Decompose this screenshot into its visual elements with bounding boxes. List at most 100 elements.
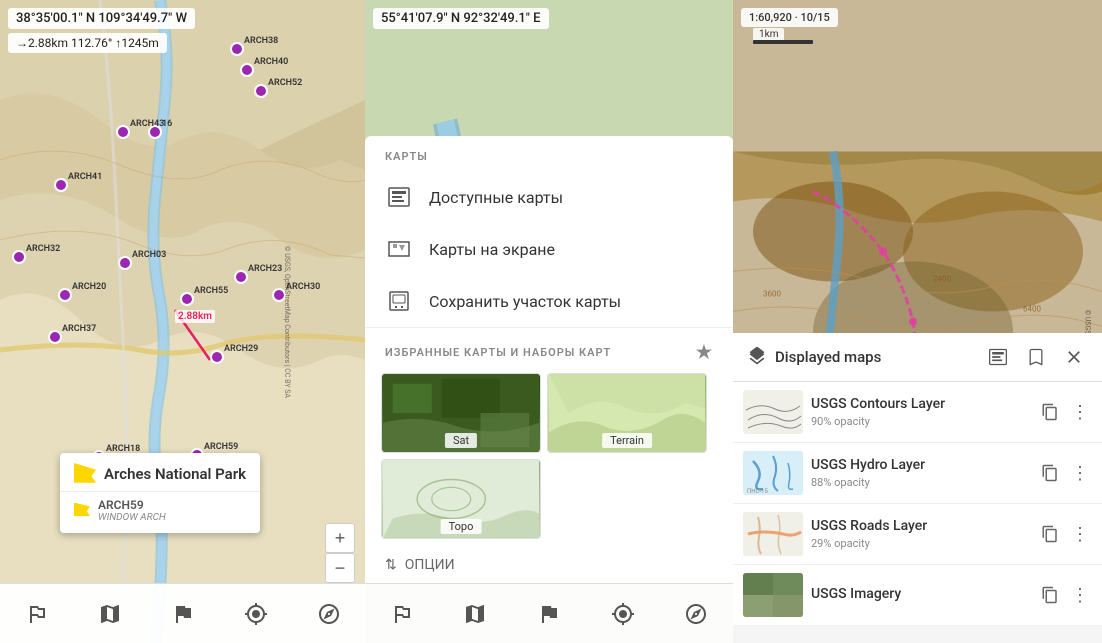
- layer-name-roads: USGS Roads Layer: [811, 518, 1030, 534]
- map-marker-arch23[interactable]: [234, 270, 248, 284]
- layer-more-hydro[interactable]: ⋮: [1068, 461, 1092, 485]
- layer-thumb-imagery: [743, 573, 803, 617]
- layer-copy-imagery[interactable]: [1038, 583, 1062, 607]
- compass-icon-1: [317, 602, 341, 626]
- mountain-tool-2[interactable]: [384, 596, 420, 632]
- flag-tool-2[interactable]: [531, 596, 567, 632]
- layer-copy-hydro[interactable]: [1038, 461, 1062, 485]
- distance-value: 2.88km: [178, 311, 212, 322]
- mountain-icon-1: [25, 602, 49, 626]
- map-marker-arch37[interactable]: [48, 330, 62, 344]
- target-tool-2[interactable]: [605, 596, 641, 632]
- map-marker-arch20[interactable]: [58, 288, 72, 302]
- map-marker-arch29[interactable]: [210, 350, 224, 364]
- map-thumbnails-grid: Sat Terrain: [365, 373, 733, 549]
- map-marker-arch41[interactable]: [54, 178, 68, 192]
- compass-tool-2[interactable]: [678, 596, 714, 632]
- marker-label-arch03: ARCH03: [132, 250, 166, 260]
- map-marker-arch40[interactable]: [240, 63, 254, 77]
- menu-item-1-text: Доступные карты: [429, 188, 563, 207]
- layer-copy-contours[interactable]: [1038, 400, 1062, 424]
- panel-arches-map: 38°35'00.1" N 109°34'49.7" W →2.88km 112…: [0, 0, 365, 643]
- scale-dist-text: 1km: [759, 29, 778, 40]
- layer-more-imagery[interactable]: ⋮: [1068, 583, 1092, 607]
- map-tool-1[interactable]: [92, 596, 128, 632]
- compass-icon-2: [684, 602, 708, 626]
- thumb-sat[interactable]: Sat: [381, 373, 541, 453]
- map-icon-1: [98, 602, 122, 626]
- marker-label-arch43: ARCH43: [130, 119, 164, 129]
- layer-more-roads[interactable]: ⋮: [1068, 522, 1092, 546]
- nav-info-bar: →2.88km 112.76° ↑1245m: [8, 33, 167, 53]
- layer-name-hydro: USGS Hydro Layer: [811, 457, 1030, 473]
- marker-label-arch32: ARCH32: [26, 244, 60, 254]
- marker-label-arch20: ARCH20: [72, 282, 106, 292]
- layers-title-row: Displayed maps: [747, 347, 881, 367]
- target-icon-1: [244, 602, 268, 626]
- menu-item-save-map-area[interactable]: Сохранить участок карты: [365, 275, 733, 327]
- layer-info-roads: USGS Roads Layer 29% opacity: [811, 518, 1030, 550]
- layer-more-contours[interactable]: ⋮: [1068, 400, 1092, 424]
- marker-label-arch23: ARCH23: [248, 264, 282, 274]
- zoom-in-button-1[interactable]: +: [325, 523, 355, 553]
- panel-menu-map: ЦЕНТРАЛЬНЫЙ Красноя Дивногорск Овсянка 5…: [365, 0, 733, 643]
- map-attribution-1: © USGS, OpenStreetMap Contributors | CC …: [283, 246, 291, 398]
- thumb-topo[interactable]: Topo: [381, 459, 541, 539]
- flag-icon-small: [74, 503, 90, 519]
- popup-sub-name-text: ARCH59: [98, 498, 166, 512]
- map-icon-2: [463, 602, 487, 626]
- map-marker-arch52[interactable]: [254, 84, 268, 98]
- flag-icon-tool-2: [537, 602, 561, 626]
- layers-bookmark-button[interactable]: [1022, 343, 1050, 371]
- thumb-terrain[interactable]: Terrain: [547, 373, 707, 453]
- layer-name-contours: USGS Contours Layer: [811, 396, 1030, 412]
- map-marker-arch03[interactable]: [118, 256, 132, 270]
- popup-sub-info: ARCH59 WINDOW ARCH: [98, 498, 166, 523]
- layer-name-imagery: USGS Imagery: [811, 586, 1030, 602]
- marker-label-arch52: ARCH52: [268, 78, 302, 88]
- map-marker-arch32[interactable]: [12, 250, 26, 264]
- flag-icon-large: [74, 463, 96, 485]
- coordinates-display-2: 55°41'07.9" N 92°32'49.1" E: [373, 8, 549, 29]
- layer-item-imagery: USGS Imagery ⋮: [733, 565, 1102, 625]
- map-top-bar-1: 38°35'00.1" N 109°34'49.7" W →2.88km 112…: [8, 8, 357, 53]
- layers-add-button[interactable]: [984, 343, 1012, 371]
- section-maps-label: КАРТЫ: [385, 150, 428, 163]
- compass-tool-1[interactable]: [311, 596, 347, 632]
- map-tool-2[interactable]: [457, 596, 493, 632]
- maps-on-screen-icon: [385, 235, 413, 263]
- menu-item-maps-on-screen[interactable]: Карты на экране: [365, 223, 733, 275]
- layers-header: Displayed maps: [733, 333, 1102, 382]
- marker-label-arch55: ARCH55: [194, 286, 228, 296]
- options-chevrons: ⇅: [385, 557, 397, 573]
- map-marker-arch43[interactable]: [116, 125, 130, 139]
- add-favorite-button[interactable]: ★: [696, 342, 713, 363]
- location-popup[interactable]: Arches National Park ARCH59 WINDOW ARCH: [60, 453, 260, 533]
- layer-copy-roads[interactable]: [1038, 522, 1062, 546]
- options-row[interactable]: ⇅ ОПЦИИ: [365, 549, 733, 573]
- menu-item-3-text: Сохранить участок карты: [429, 292, 621, 311]
- flag-tool-1[interactable]: [165, 596, 201, 632]
- target-tool-1[interactable]: [238, 596, 274, 632]
- layer-item-hydro: ПНС-15 USGS Hydro Layer 88% opacity ⋮: [733, 443, 1102, 504]
- map-marker-arch55[interactable]: [180, 292, 194, 306]
- bottom-toolbar-2: [365, 583, 733, 643]
- flag-icon-tool-1: [171, 602, 195, 626]
- map-attribution-3: © USGS: [1084, 309, 1092, 334]
- mountain-tool-1[interactable]: [19, 596, 55, 632]
- coords-text-1: 38°35'00.1" N 109°34'49.7" W: [16, 11, 187, 26]
- available-maps-icon: [385, 183, 413, 211]
- options-label-text: ОПЦИИ: [405, 557, 455, 573]
- scale-ratio: 1:60,920 · 10/15: [749, 11, 830, 24]
- svg-text:6400: 6400: [1023, 305, 1041, 314]
- layer-opacity-hydro: 88% opacity: [811, 476, 1030, 489]
- svg-text:ПНС-15: ПНС-15: [747, 488, 768, 495]
- menu-item-available-maps[interactable]: Доступные карты: [365, 171, 733, 223]
- layers-close-button[interactable]: [1060, 343, 1088, 371]
- layer-actions-roads: ⋮: [1038, 522, 1092, 546]
- marker-label-arch30: ARCH30: [286, 282, 320, 292]
- layer-actions-contours: ⋮: [1038, 400, 1092, 424]
- menu-overlay: КАРТЫ Доступные карты Кар: [365, 136, 733, 583]
- layers-icon: [747, 347, 767, 367]
- zoom-out-button-1[interactable]: −: [325, 553, 355, 583]
